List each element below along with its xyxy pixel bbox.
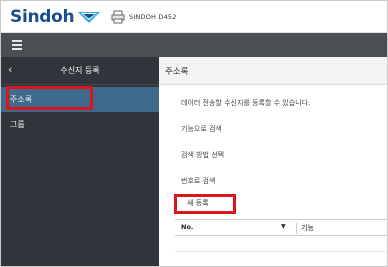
menu-icon[interactable] xyxy=(9,37,25,53)
table-header: No. ▼ 기능 xyxy=(175,219,387,236)
sidebar-item-group[interactable]: 그룹 xyxy=(1,112,159,137)
column-header-no[interactable]: No. xyxy=(181,223,193,231)
toolbar xyxy=(1,33,387,57)
app-frame: Sindoh SINDOH D452 ‹ 수신지 등록 주소록 그룹 주소록 데… xyxy=(0,0,388,267)
table-row[interactable] xyxy=(175,236,387,252)
sindoh-logo: Sindoh xyxy=(10,7,101,27)
device-info: SINDOH D452 xyxy=(111,10,177,24)
main-panel: 주소록 데이터 전송할 수신지를 등록할 수 있습니다. 기능으로 검색 검색 … xyxy=(159,57,387,266)
sidebar-title: 수신지 등록 xyxy=(60,66,100,75)
search-by-number-option[interactable]: 번호로 검색 xyxy=(181,176,215,186)
sidebar-item-label: 그룹 xyxy=(10,120,25,129)
search-by-function-option[interactable]: 기능으로 검색 xyxy=(181,124,222,134)
column-divider xyxy=(296,223,297,234)
sindoh-logo-icon xyxy=(78,12,101,23)
brand-bar: Sindoh SINDOH D452 xyxy=(1,1,387,33)
main-header: 주소록 xyxy=(159,57,387,85)
logo-text: Sindoh xyxy=(10,7,75,27)
printer-icon xyxy=(111,10,125,24)
column-header-function[interactable]: 기능 xyxy=(301,223,314,233)
device-name: SINDOH D452 xyxy=(129,13,177,21)
highlight-box-address-book xyxy=(6,86,93,110)
select-search-method-option[interactable]: 검색 방법 선택 xyxy=(181,150,224,160)
sidebar-header: ‹ 수신지 등록 xyxy=(1,57,159,85)
page-title: 주소록 xyxy=(165,67,189,77)
sort-down-icon[interactable]: ▼ xyxy=(281,223,286,230)
description-text: 데이터 전송할 수신지를 등록할 수 있습니다. xyxy=(181,99,311,107)
highlight-box-new-register xyxy=(174,194,236,214)
